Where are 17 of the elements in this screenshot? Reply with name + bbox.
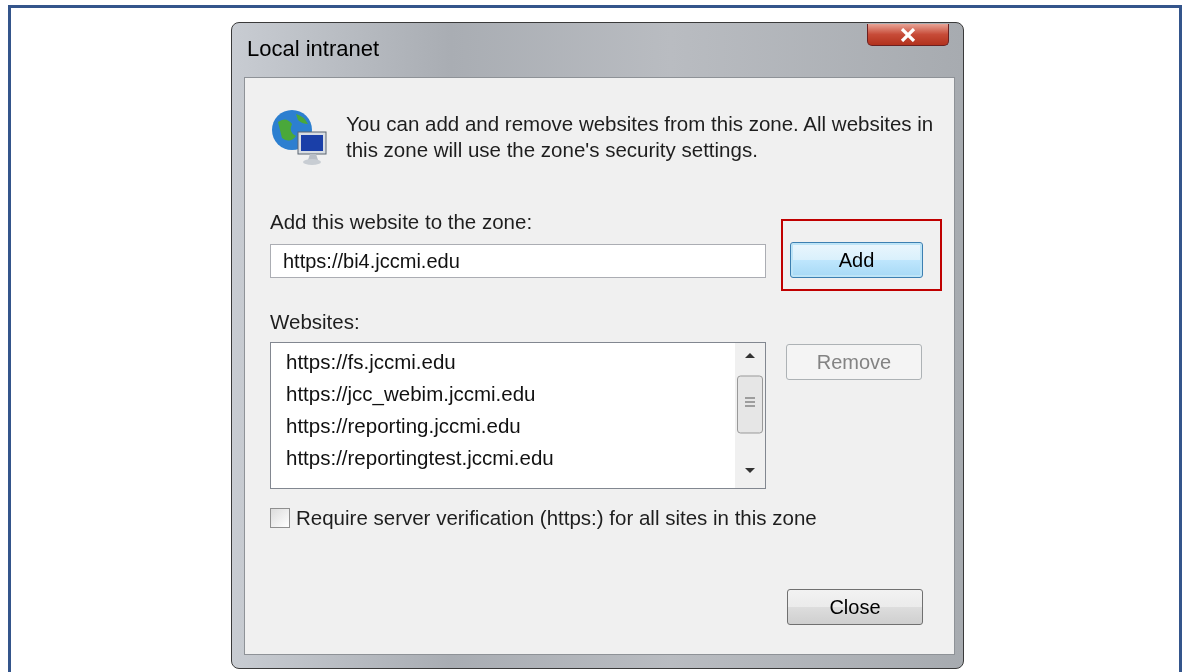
checkbox-label[interactable]: Require server verification (https:) for all sites in this zone	[296, 506, 817, 530]
field-label: Add this website to the zone:	[270, 210, 533, 234]
description-text: You can add and remove websites from this zone. All websites in this zone will use the zone's security settings.	[346, 111, 935, 163]
checkbox[interactable]	[270, 508, 290, 528]
scrollbar[interactable]	[735, 343, 765, 488]
add-button[interactable]: Add	[790, 242, 923, 278]
website-item[interactable]: https://fs.jccmi.edu	[283, 346, 459, 378]
window-title: Local intranet	[247, 36, 380, 62]
website-item[interactable]: https://jcc_webim.jccmi.edu	[283, 378, 539, 410]
website-item[interactable]: https://reportingtest.jccmi.edu	[283, 442, 557, 474]
website-item[interactable]: https://reporting.jccmi.edu	[283, 410, 524, 442]
close-button[interactable]	[867, 24, 949, 46]
close-dialog-button[interactable]: Close	[787, 589, 923, 625]
website-input[interactable]: https://bi4.jccmi.edu	[270, 244, 766, 278]
close-icon	[900, 27, 916, 42]
list-label: Websites:	[270, 310, 360, 334]
websites-list[interactable]: https://fs.jccmi.edu https://jcc_webim.jccmi.edu https://reporting.jccmi.edu https://reportingtest.jccmi.edu	[270, 342, 766, 489]
